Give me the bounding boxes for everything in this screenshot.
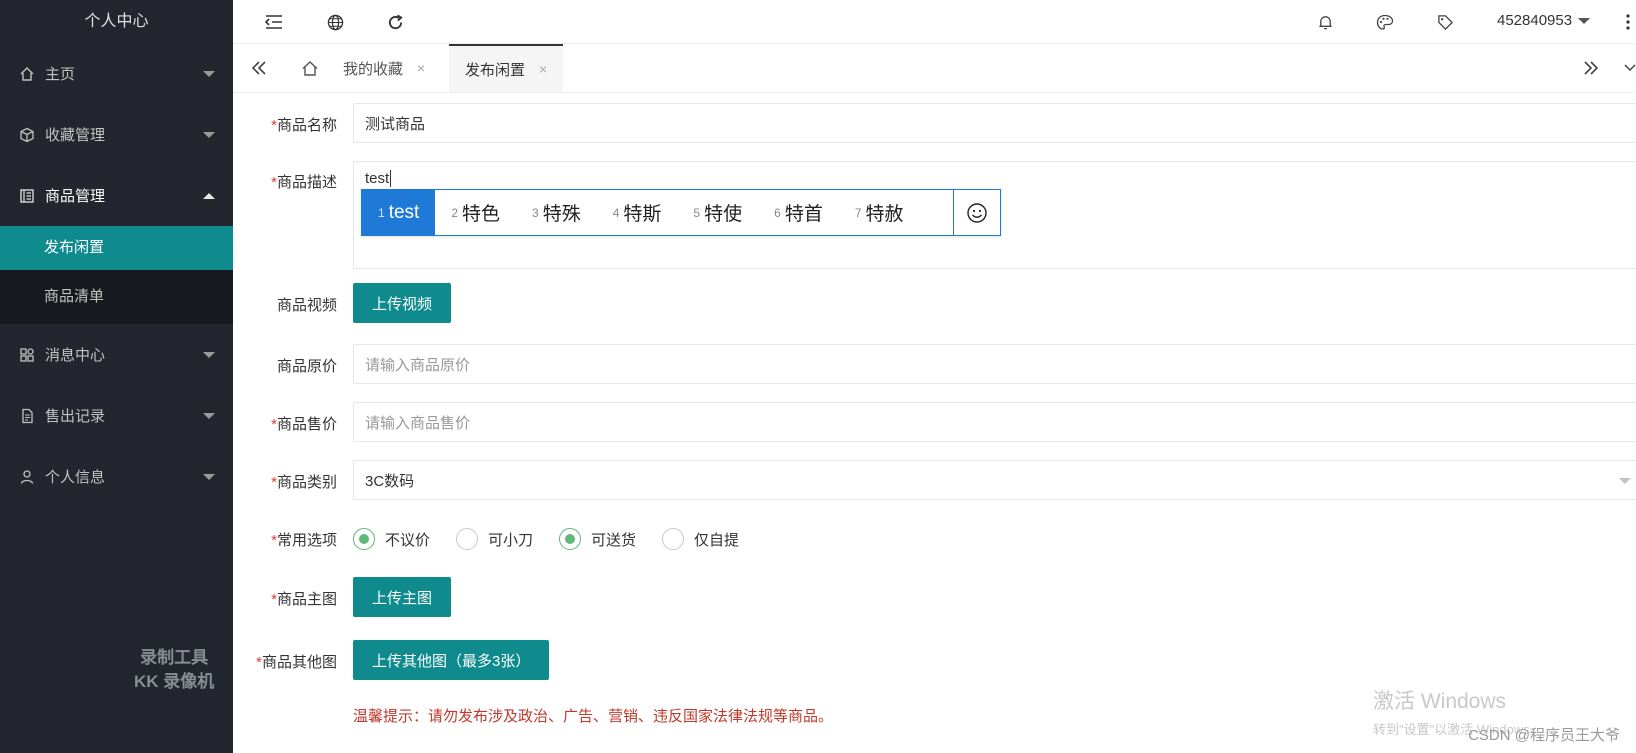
tabs-menu-chevron-down-icon[interactable] [1621, 44, 1636, 92]
sale-price-input[interactable]: 请输入商品售价 [353, 402, 1636, 442]
ime-candidate[interactable]: 1 test [362, 190, 436, 235]
original-price-input[interactable]: 请输入商品原价 [353, 344, 1636, 384]
sidebar-item-label: 主页 [45, 66, 76, 83]
label-video: 商品视频 [276, 297, 337, 314]
radio-negotiable[interactable]: 可小刀 [456, 528, 533, 550]
sidebar-item-label: 消息中心 [45, 347, 106, 364]
tab-publish[interactable]: 发布闲置 × [449, 44, 564, 92]
globe-icon[interactable] [325, 12, 345, 32]
name-input[interactable]: 测试商品 [353, 103, 1636, 143]
tab-favorites[interactable]: 我的收藏 × [343, 44, 437, 92]
sidebar: 个人中心 主页 收藏管理 商品管理 发布闲置 商品清单 消息中心 售出记录 个人… [0, 0, 233, 753]
menu-collapse-icon[interactable] [264, 12, 284, 32]
label-desc: *商品描述 [271, 174, 337, 191]
document-icon [18, 407, 36, 425]
chevron-down-icon [1619, 478, 1631, 484]
apps-icon [18, 346, 36, 364]
palette-icon[interactable] [1375, 12, 1395, 32]
ime-candidate[interactable]: 4 特斯 [597, 190, 678, 235]
ime-candidate[interactable]: 6 特首 [758, 190, 839, 235]
user-icon [18, 468, 36, 486]
publish-form: *商品名称 测试商品 *商品描述 test 1 test 2 特色 3 特殊 4 特斯 … [233, 93, 1636, 753]
emoji-icon[interactable] [953, 190, 1000, 235]
options-radio-group: 不议价 可小刀 可送货 仅自提 [353, 527, 765, 551]
book-icon [18, 187, 36, 205]
chevron-down-icon [203, 70, 215, 77]
label-other-images: *商品其他图 [256, 654, 337, 671]
category-select[interactable]: 3C数码 [353, 460, 1636, 500]
sidebar-item-home[interactable]: 主页 [0, 43, 233, 104]
sidebar-item-product-list[interactable]: 商品清单 [0, 270, 233, 324]
ime-candidate[interactable]: 7 特赦 [839, 190, 920, 235]
csdn-credit: CSDN @程序员王大爷 [1468, 727, 1620, 744]
chevron-up-icon [203, 192, 215, 199]
ime-candidate[interactable]: 5 特使 [677, 190, 758, 235]
sidebar-title: 个人中心 [84, 13, 149, 30]
tabs-prev-icon[interactable] [245, 44, 273, 92]
chevron-down-icon [203, 473, 215, 480]
bell-icon[interactable] [1315, 12, 1335, 32]
close-icon[interactable]: × [417, 60, 425, 76]
tab-label: 发布闲置 [465, 61, 526, 79]
warning-hint: 温馨提示：请勿发布涉及政治、广告、营销、违反国家法律法规等商品。 [353, 708, 834, 725]
tag-icon[interactable] [1435, 12, 1455, 32]
label-options: *常用选项 [271, 532, 337, 549]
label-category: *商品类别 [271, 474, 337, 491]
home-icon [18, 65, 36, 83]
sidebar-item-products[interactable]: 商品管理 [0, 165, 233, 226]
tab-home[interactable] [290, 44, 330, 92]
cube-icon [18, 126, 36, 144]
tab-bar: 我的收藏 × 发布闲置 × [233, 44, 1636, 93]
recorder-watermark: 录制工具 KK 录像机 [134, 646, 214, 694]
activation-title: 激活 Windows [1373, 690, 1507, 713]
chevron-down-icon [203, 412, 215, 419]
sidebar-item-label: 个人信息 [45, 469, 106, 486]
close-icon[interactable]: × [539, 61, 547, 77]
home-icon [302, 60, 318, 76]
radio-delivery[interactable]: 可送货 [559, 528, 636, 550]
ime-candidate[interactable]: 3 特殊 [516, 190, 597, 235]
sidebar-item-label: 商品管理 [45, 188, 106, 205]
chevron-down-icon [203, 351, 215, 358]
caret-down-icon [1578, 17, 1591, 24]
upload-main-image-button[interactable]: 上传主图 [353, 577, 452, 617]
sidebar-item-label: 售出记录 [45, 408, 106, 425]
ime-candidate-bar: 1 test 2 特色 3 特殊 4 特斯 5 特使 6 特首 7 特赦 [361, 189, 1001, 236]
sidebar-item-profile[interactable]: 个人信息 [0, 446, 233, 507]
sidebar-item-messages[interactable]: 消息中心 [0, 324, 233, 385]
upload-video-button[interactable]: 上传视频 [353, 283, 452, 323]
sidebar-item-label: 收藏管理 [45, 127, 106, 144]
sidebar-item-publish[interactable]: 发布闲置 [0, 226, 233, 270]
label-original-price: 商品原价 [276, 358, 337, 375]
label-sale-price: *商品售价 [271, 416, 337, 433]
label-name: *商品名称 [271, 117, 337, 134]
upload-other-images-button[interactable]: 上传其他图（最多3张） [353, 640, 550, 680]
user-menu[interactable]: 452840953 [1497, 12, 1591, 29]
watermark-line1: 录制工具 [140, 648, 209, 667]
sidebar-item-favorites[interactable]: 收藏管理 [0, 104, 233, 165]
chevron-down-icon [203, 131, 215, 138]
refresh-icon[interactable] [385, 12, 405, 32]
sidebar-item-sales[interactable]: 售出记录 [0, 385, 233, 446]
username: 452840953 [1497, 12, 1573, 29]
ime-candidate[interactable]: 2 特色 [435, 190, 516, 235]
label-main-image: *商品主图 [271, 591, 337, 608]
top-header: 452840953 [233, 0, 1636, 44]
tabs-next-icon[interactable] [1577, 44, 1605, 92]
tab-label: 我的收藏 [343, 60, 404, 78]
more-vertical-icon[interactable] [1618, 12, 1636, 32]
radio-no-bargain[interactable]: 不议价 [353, 528, 430, 550]
watermark-line2: KK 录像机 [134, 672, 215, 691]
submenu-products: 发布闲置 商品清单 [0, 226, 233, 324]
radio-pickup-only[interactable]: 仅自提 [662, 528, 739, 550]
